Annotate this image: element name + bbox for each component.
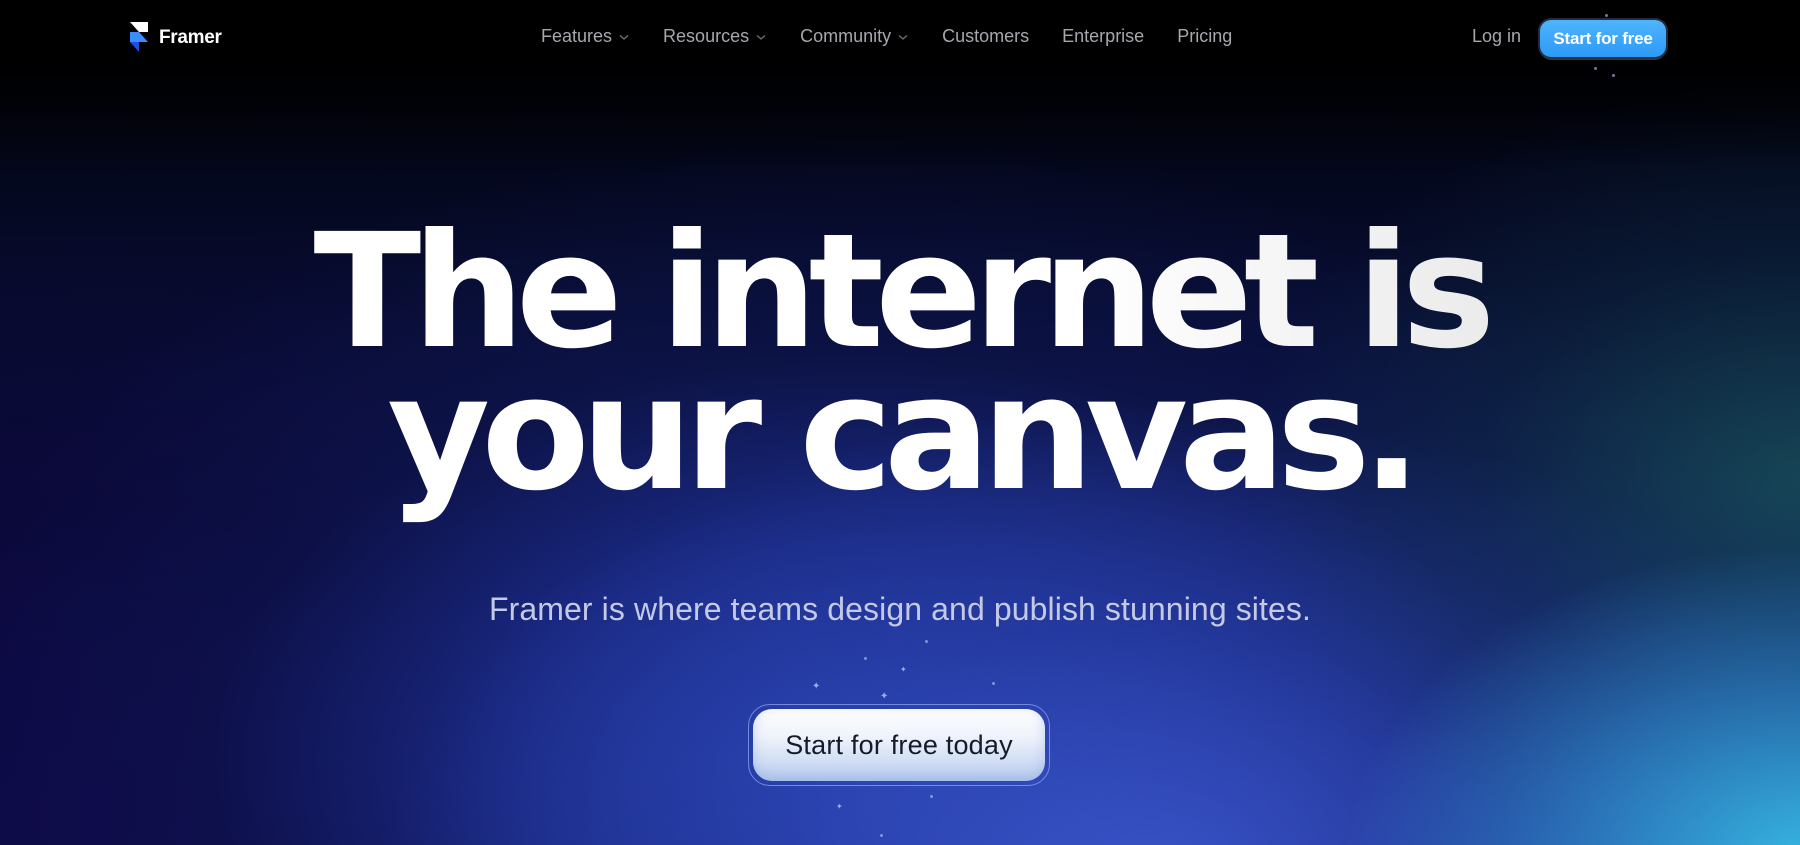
sparkle-icon: ✦: [880, 691, 889, 702]
nav-item-label: Customers: [942, 26, 1030, 46]
start-for-free-today-button[interactable]: Start for free today: [753, 709, 1045, 781]
chevron-down-icon: [756, 34, 766, 40]
nav-item-label: Resources: [663, 26, 750, 46]
nav-item-features[interactable]: Features: [541, 26, 630, 47]
headline-line-2: your canvas.: [387, 342, 1421, 526]
chevron-down-icon: [898, 34, 908, 40]
sparkle-dot: [864, 657, 867, 660]
hero-headline: The internet is your canvas.: [0, 213, 1800, 526]
nav-item-customers[interactable]: Customers: [942, 26, 1029, 47]
nav-item-enterprise[interactable]: Enterprise: [1062, 26, 1144, 47]
sparkle-dot: [930, 795, 933, 798]
brand-name: Framer: [159, 27, 222, 48]
nav-item-label: Features: [541, 26, 613, 46]
sparkle-icon: ✦: [900, 665, 907, 674]
nav-item-pricing[interactable]: Pricing: [1177, 26, 1232, 47]
brand-logo[interactable]: Framer: [128, 22, 222, 54]
sparkle-icon: ✦: [812, 681, 821, 692]
main-menu: Features Resources Community Customers E…: [541, 26, 1265, 47]
hero-subheadline: Framer is where teams design and publish…: [488, 591, 1311, 627]
sparkle-dot: [925, 640, 928, 643]
chevron-down-icon: [619, 34, 629, 40]
nav-item-community[interactable]: Community: [800, 26, 909, 47]
sparkle-dot: [992, 682, 995, 685]
top-navigation: Framer Features Resources Community Cust…: [0, 0, 1800, 78]
framer-logo-icon: [128, 22, 150, 54]
cta-button-frame: Start for free today: [748, 704, 1050, 786]
sparkle-icon: ✦: [836, 802, 843, 811]
nav-item-label: Community: [800, 26, 892, 46]
sparkle-dot: [880, 834, 883, 837]
nav-item-resources[interactable]: Resources: [663, 26, 767, 47]
nav-item-label: Enterprise: [1062, 26, 1145, 46]
nav-item-label: Pricing: [1177, 26, 1233, 46]
start-for-free-button[interactable]: Start for free: [1540, 20, 1666, 57]
login-link[interactable]: Log in: [1472, 26, 1521, 47]
